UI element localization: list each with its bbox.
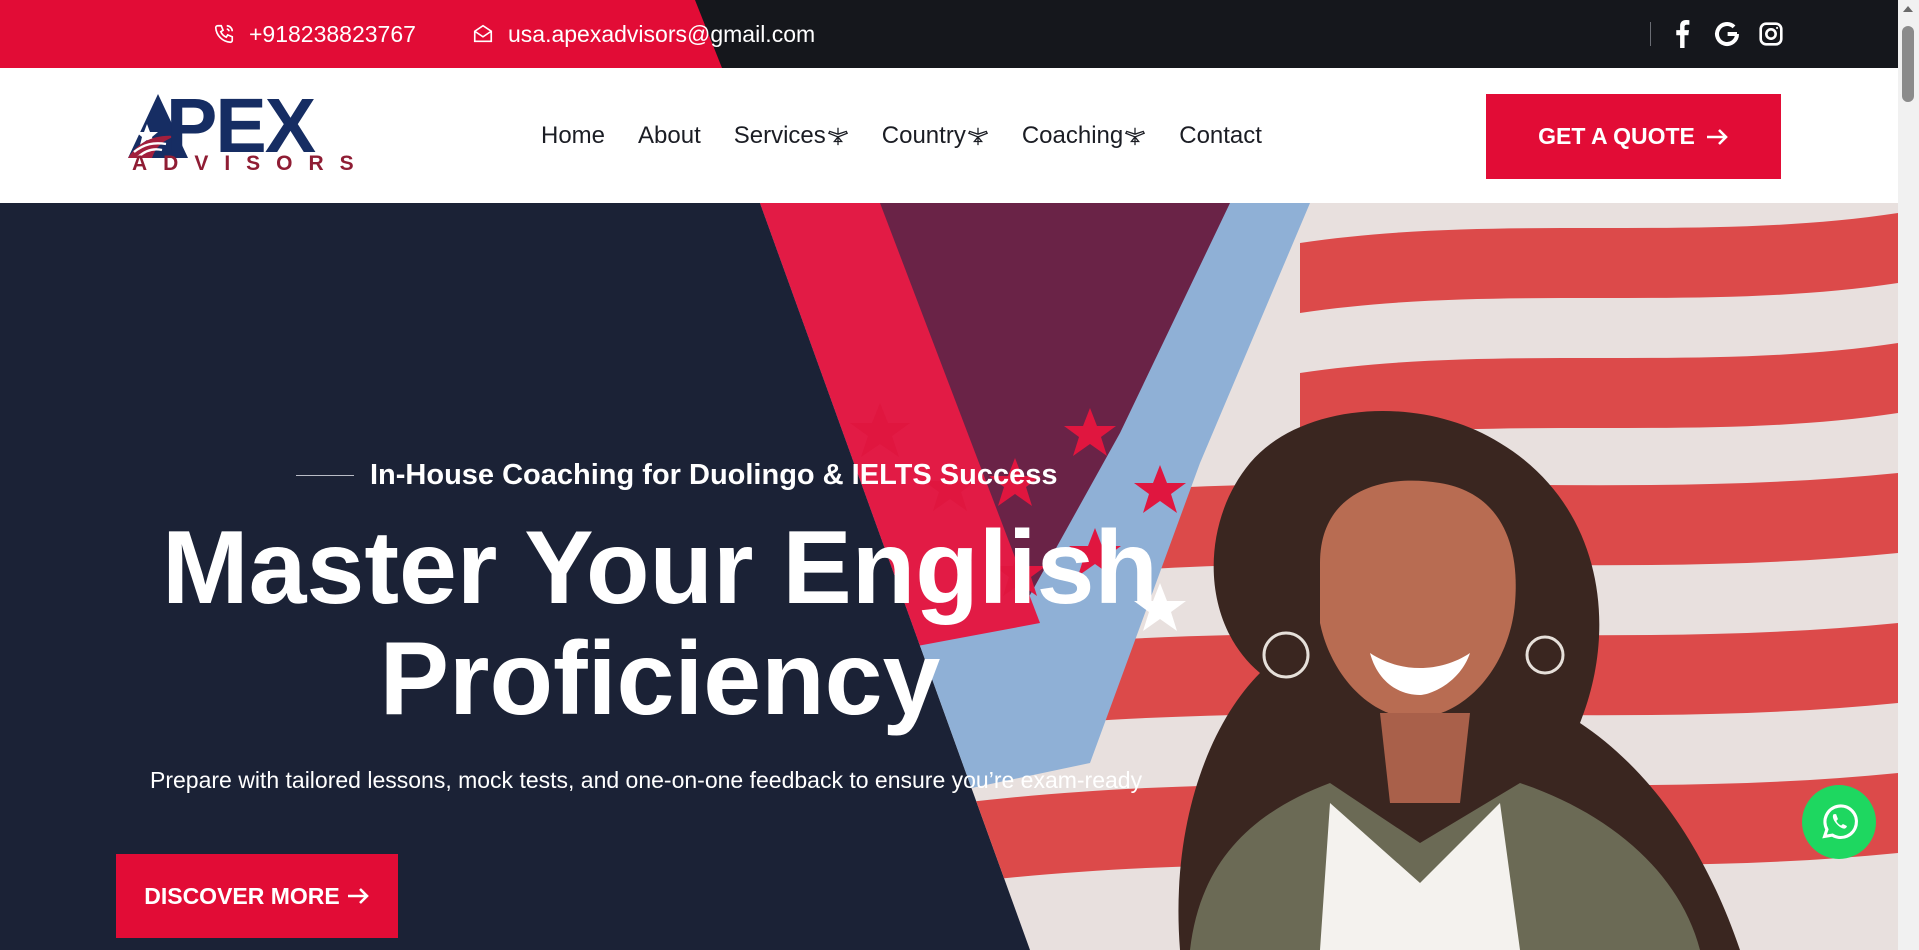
nav-item-about[interactable]: About xyxy=(638,122,701,150)
discover-more-label: DISCOVER MORE xyxy=(144,882,340,909)
tagline-line xyxy=(296,475,354,476)
arrow-right-icon xyxy=(1706,128,1728,145)
get-quote-label: GET A QUOTE xyxy=(1538,123,1695,149)
nav-item-label: Coaching xyxy=(1021,121,1124,149)
plane-dropdown-icon xyxy=(967,127,988,145)
nav-item-label: Country xyxy=(881,121,966,149)
email-link[interactable]: usa.apexadvisors@gmail.com xyxy=(472,0,815,68)
whatsapp-icon xyxy=(1822,804,1858,840)
nav-item-label: Home xyxy=(541,121,606,149)
phone-icon xyxy=(214,24,234,44)
email-address: usa.apexadvisors@gmail.com xyxy=(508,20,816,47)
instagram-icon xyxy=(1759,22,1783,46)
nav-item-country[interactable]: Country xyxy=(882,122,989,150)
nav-item-services[interactable]: Services xyxy=(734,122,849,150)
page-scrollbar[interactable] xyxy=(1898,0,1919,950)
hero-description: Prepare with tailored lessons, mock test… xyxy=(150,767,1143,793)
main-header: PEX ADVISORS Home About Services Country… xyxy=(0,68,1898,203)
nav-item-home[interactable]: Home xyxy=(541,122,605,150)
nav-item-label: About xyxy=(638,121,701,149)
social-divider xyxy=(1650,22,1651,46)
nav-item-contact[interactable]: Contact xyxy=(1179,122,1262,150)
google-link[interactable] xyxy=(1712,0,1742,68)
nav-item-label: Contact xyxy=(1179,121,1262,149)
phone-number: +918238823767 xyxy=(249,20,416,47)
scroll-up-arrow-icon[interactable] xyxy=(1903,6,1913,12)
hero-title: Master Your English Proficiency xyxy=(140,513,1180,735)
nav-item-coaching[interactable]: Coaching xyxy=(1022,122,1146,150)
phone-link[interactable]: +918238823767 xyxy=(213,0,416,68)
google-icon xyxy=(1715,22,1739,47)
plane-dropdown-icon xyxy=(827,127,848,145)
facebook-link[interactable] xyxy=(1672,0,1692,68)
discover-more-button[interactable]: DISCOVER MORE xyxy=(116,854,398,938)
nav-item-label: Services xyxy=(733,121,826,149)
get-quote-button[interactable]: GET A QUOTE xyxy=(1486,94,1781,179)
hero-tagline: In-House Coaching for Duolingo & IELTS S… xyxy=(296,459,1057,492)
plane-dropdown-icon xyxy=(1125,127,1146,145)
whatsapp-chat-button[interactable] xyxy=(1802,785,1876,859)
apex-logo[interactable]: PEX ADVISORS xyxy=(128,83,354,184)
hero-title-line2: Proficiency xyxy=(379,621,941,737)
hero-title-line1: Master Your English xyxy=(162,510,1158,626)
logo-subtitle: ADVISORS xyxy=(132,152,370,175)
mail-icon xyxy=(473,24,493,43)
instagram-link[interactable] xyxy=(1758,0,1784,68)
hero-section: In-House Coaching for Duolingo & IELTS S… xyxy=(0,203,1898,950)
arrow-right-icon xyxy=(347,888,369,904)
tagline-text: In-House Coaching for Duolingo & IELTS S… xyxy=(370,459,1058,491)
scrollbar-thumb[interactable] xyxy=(1902,26,1914,102)
top-bar: +918238823767 usa.apexadvisors@gmail.com xyxy=(0,0,1898,68)
facebook-icon xyxy=(1676,20,1690,48)
main-nav: Home About Services Country Coaching Con… xyxy=(541,68,1295,203)
